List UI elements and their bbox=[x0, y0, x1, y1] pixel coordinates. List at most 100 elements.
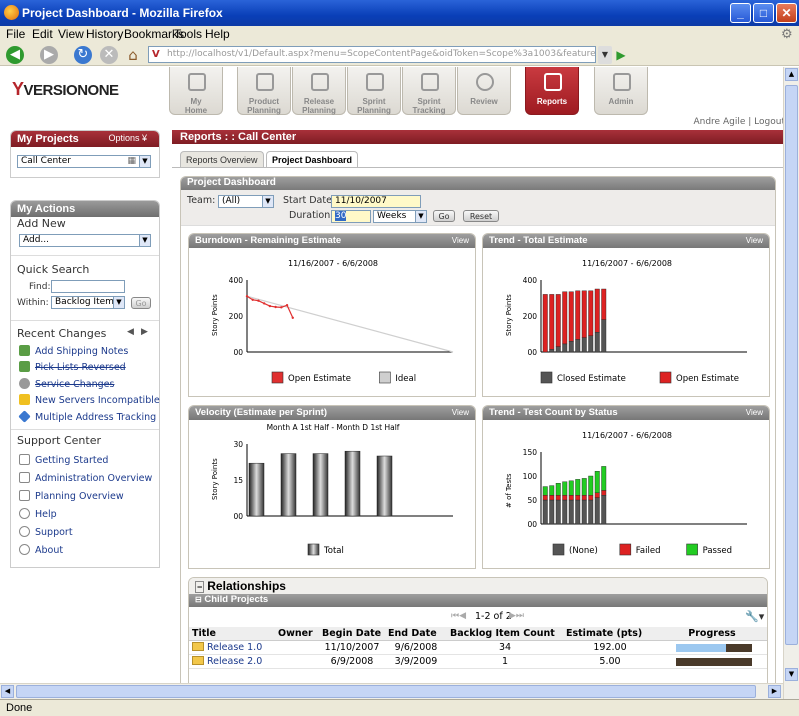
velocity-bar bbox=[312, 453, 329, 517]
duration-input[interactable]: 30 bbox=[331, 210, 371, 223]
recent-item-service-changes[interactable]: Service Changes bbox=[19, 378, 114, 390]
close-button[interactable]: ✕ bbox=[776, 3, 797, 23]
horizontal-scrollbar[interactable]: ◀ ▶ bbox=[0, 683, 783, 699]
view-link[interactable]: View bbox=[746, 236, 763, 245]
scroll-down-icon[interactable]: ▼ bbox=[785, 668, 798, 681]
column-owner[interactable]: Owner bbox=[275, 627, 319, 641]
row-title[interactable]: Release 1.0 bbox=[189, 640, 275, 655]
bar-segment bbox=[575, 499, 581, 525]
stop-icon[interactable]: ✕ bbox=[100, 46, 118, 64]
maximize-button[interactable]: □ bbox=[753, 3, 774, 23]
menu-history[interactable]: History bbox=[86, 27, 123, 41]
recent-item-multiple-address-tracking[interactable]: Multiple Address Tracking bbox=[18, 410, 156, 423]
view-link[interactable]: View bbox=[452, 408, 469, 417]
back-icon[interactable]: ◀ bbox=[6, 46, 24, 64]
support-item-getting-started[interactable]: Getting Started bbox=[19, 454, 108, 466]
diamond-icon bbox=[18, 410, 31, 423]
column-end-date[interactable]: End Date bbox=[385, 627, 447, 641]
menu-tools[interactable]: Tools bbox=[174, 27, 202, 41]
tab-reports-overview[interactable]: Reports Overview bbox=[180, 151, 264, 167]
site-favicon-icon: V bbox=[152, 49, 160, 60]
add-new-select[interactable]: Add... ▼ bbox=[19, 234, 151, 247]
recent-item-new-servers-incompatible[interactable]: New Servers Incompatible bbox=[19, 394, 160, 406]
start-date-input[interactable]: 11/10/2007 bbox=[331, 195, 421, 208]
go-button[interactable]: Go bbox=[433, 210, 455, 222]
menu-file[interactable]: File bbox=[6, 27, 25, 41]
status-bar: Done bbox=[0, 699, 799, 716]
scroll-thumb[interactable] bbox=[785, 85, 798, 645]
table-row[interactable]: Release 1.0 11/10/2007 9/6/2008 34 192.0… bbox=[189, 640, 767, 655]
menu-help[interactable]: Help bbox=[205, 27, 230, 41]
scroll-up-icon[interactable]: ▲ bbox=[785, 68, 798, 81]
prev-arrow-icon[interactable]: ◀ bbox=[127, 327, 134, 337]
minimize-button[interactable]: _ bbox=[730, 3, 751, 23]
nav-tab-release-planning[interactable]: Release Planning bbox=[292, 67, 346, 115]
nav-tab-sprint-planning[interactable]: Sprint Planning bbox=[347, 67, 401, 115]
reload-icon[interactable]: ↻ bbox=[74, 46, 92, 64]
nav-tab-product-planning[interactable]: Product Planning bbox=[237, 67, 291, 115]
throbber-icon: ⚙ bbox=[781, 26, 793, 41]
support-item-planning-overview[interactable]: Planning Overview bbox=[19, 490, 124, 502]
pager-bar: ⏮◀ 1-2 of 2 ▶⏭ 🔧▾ bbox=[189, 607, 767, 627]
search-go-button[interactable]: Go bbox=[131, 297, 151, 309]
go-arrow-icon[interactable]: ▶ bbox=[614, 46, 628, 64]
within-select[interactable]: Backlog Item: ▼ bbox=[51, 296, 125, 309]
open-estimate-point bbox=[280, 306, 283, 309]
y-tick-label: 400 bbox=[523, 276, 538, 285]
child-projects-header[interactable]: ⊟ Child Projects bbox=[189, 594, 767, 607]
column-title[interactable]: Title bbox=[189, 627, 275, 641]
y-tick-label: 50 bbox=[527, 496, 537, 505]
scroll-right-icon[interactable]: ▶ bbox=[768, 685, 781, 698]
row-estimate: 5.00 bbox=[563, 654, 657, 669]
nav-tab-my-home[interactable]: My Home bbox=[169, 67, 223, 115]
column-estimate[interactable]: Estimate (pts) bbox=[563, 627, 657, 641]
column-begin-date[interactable]: Begin Date bbox=[319, 627, 385, 641]
wrench-menu-icon[interactable]: 🔧▾ bbox=[745, 610, 764, 623]
duration-unit-select[interactable]: Weeks ▼ bbox=[373, 210, 427, 223]
collapse-icon[interactable]: − bbox=[195, 581, 205, 593]
support-item-administration-overview[interactable]: Administration Overview bbox=[19, 472, 152, 484]
logout-link[interactable]: Logout bbox=[754, 117, 785, 127]
menu-view[interactable]: View bbox=[58, 27, 84, 41]
hierarchy-icon bbox=[19, 490, 30, 501]
relationships-header[interactable]: − Relationships bbox=[189, 578, 767, 594]
nav-tab-sprint-tracking[interactable]: Sprint Tracking bbox=[402, 67, 456, 115]
support-item-about[interactable]: About bbox=[19, 544, 63, 556]
view-link[interactable]: View bbox=[746, 408, 763, 417]
team-select[interactable]: (All) ▼ bbox=[218, 195, 274, 208]
options-link[interactable]: Options ¥ bbox=[108, 133, 147, 143]
home-icon[interactable]: ⌂ bbox=[124, 46, 142, 64]
forward-icon[interactable]: ▶ bbox=[40, 46, 58, 64]
support-item-support[interactable]: Support bbox=[19, 526, 73, 538]
url-input[interactable]: V http://localhost/v1/Default.aspx?menu=… bbox=[148, 46, 596, 63]
url-dropdown-icon[interactable]: ▼ bbox=[598, 46, 612, 64]
reset-button[interactable]: Reset bbox=[463, 210, 499, 222]
calendar-icon: ▦ bbox=[127, 156, 136, 166]
view-link[interactable]: View bbox=[452, 236, 469, 245]
menu-edit[interactable]: Edit bbox=[32, 27, 53, 41]
find-input[interactable] bbox=[51, 280, 125, 293]
table-row[interactable]: Release 2.0 6/9/2008 3/9/2009 1 5.00 bbox=[189, 654, 767, 669]
next-arrow-icon[interactable]: ▶ bbox=[141, 327, 148, 337]
nav-tab-reports[interactable]: Reports bbox=[525, 67, 579, 115]
project-select[interactable]: Call Center ▦ ▼ bbox=[17, 155, 151, 168]
h-scroll-thumb[interactable] bbox=[16, 685, 756, 698]
last-page-icon[interactable]: ▶⏭ bbox=[509, 611, 524, 621]
first-page-icon[interactable]: ⏮◀ bbox=[451, 611, 466, 621]
recent-item-add-shipping-notes[interactable]: Add Shipping Notes bbox=[19, 345, 128, 357]
support-center-label: Support Center bbox=[17, 434, 102, 447]
nav-tab-review[interactable]: Review bbox=[457, 67, 511, 115]
column-backlog-item-count[interactable]: Backlog Item Count bbox=[447, 627, 563, 641]
recent-item-pick-lists-reversed[interactable]: Pick Lists Reversed bbox=[19, 361, 126, 373]
chart-title: Burndown - Remaining Estimate bbox=[195, 235, 342, 246]
scroll-left-icon[interactable]: ◀ bbox=[1, 685, 14, 698]
tab-project-dashboard[interactable]: Project Dashboard bbox=[266, 151, 359, 167]
nav-tab-admin[interactable]: Admin bbox=[594, 67, 648, 115]
row-title[interactable]: Release 2.0 bbox=[189, 654, 275, 669]
column-progress[interactable]: Progress bbox=[657, 627, 767, 641]
collapse-icon[interactable]: ⊟ bbox=[195, 595, 202, 604]
velocity-bar bbox=[280, 453, 297, 517]
vertical-scrollbar[interactable]: ▲ ▼ bbox=[783, 67, 799, 699]
bar-segment bbox=[555, 483, 561, 496]
support-item-help[interactable]: Help bbox=[19, 508, 57, 520]
